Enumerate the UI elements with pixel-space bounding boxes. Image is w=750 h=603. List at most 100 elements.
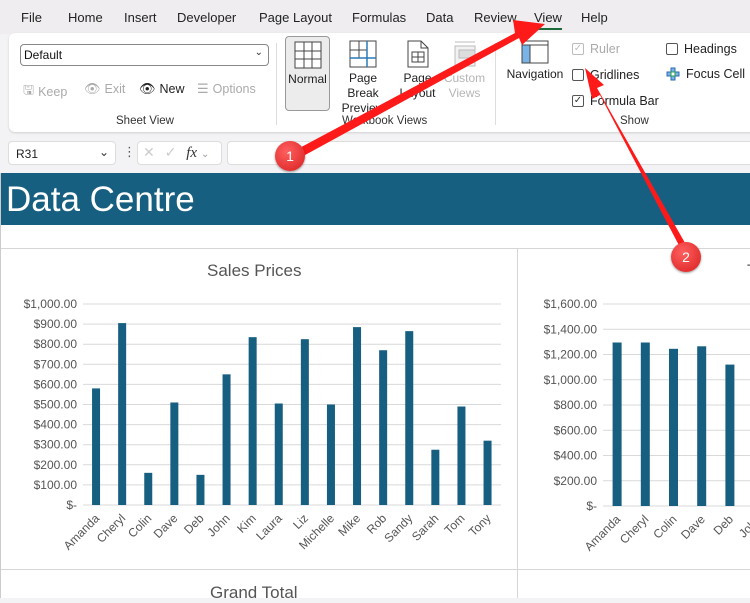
y-tick-label: $600.00 [554, 423, 598, 437]
bar-liz [300, 339, 309, 505]
x-tick-label: Colin [125, 511, 154, 540]
name-box[interactable]: R31 ⌄ [8, 141, 116, 165]
sheet-view-select[interactable]: Default ⌄ [20, 44, 269, 66]
page-layout-button[interactable]: Page Layout [395, 36, 440, 111]
keep-label: Keep [38, 85, 68, 99]
totals-chart[interactable]: T $-$200.00$400.00$600.00$800.00$1,000.0… [518, 249, 750, 569]
focus-cell-icon [666, 67, 680, 81]
x-tick-label: John [204, 511, 232, 539]
eye-new-icon: 👁 [139, 81, 156, 96]
tab-file[interactable]: File [21, 10, 42, 25]
show-group-label: Show [620, 115, 649, 127]
x-tick-label: Colin [650, 512, 679, 541]
bar-michelle [326, 404, 335, 505]
tab-home[interactable]: Home [68, 10, 103, 25]
list-icon: ☰ [197, 81, 209, 96]
navigation-pane-icon [521, 40, 549, 64]
new-button[interactable]: 👁 New [139, 81, 185, 97]
formula-bar-checkbox[interactable]: ✓ Formula Bar [572, 94, 659, 108]
sales-prices-chart[interactable]: Sales Prices $- $100.00 $200.00 $300.00 $400… [1, 249, 517, 569]
x-tick-label: Laura [253, 511, 285, 543]
page-break-label-1: Page Break [347, 71, 379, 100]
focus-cell-button[interactable]: Focus Cell [666, 67, 745, 81]
gridlines-checkbox[interactable]: Gridlines [572, 68, 639, 82]
navigation-label: Navigation [506, 67, 564, 81]
y-tick-label: $600.00 [34, 377, 78, 391]
chevron-down-icon: ⌄ [200, 149, 210, 160]
bar-tom [457, 406, 466, 505]
save-icon: 🖫 [23, 82, 35, 97]
y-tick-label: $1,200.00 [544, 348, 598, 362]
checkbox-unchecked-icon [572, 69, 584, 81]
more-options-icon[interactable]: ⋮ [123, 144, 136, 160]
navigation-button[interactable]: Navigation [503, 36, 567, 111]
tab-page-layout[interactable]: Page Layout [259, 10, 332, 25]
tab-review[interactable]: Review [474, 10, 517, 25]
ruler-checkbox[interactable]: ✓ Ruler [572, 42, 620, 56]
normal-view-button[interactable]: Normal [285, 36, 330, 111]
tab-formulas[interactable]: Formulas [352, 10, 406, 25]
gridlines-label: Gridlines [590, 68, 640, 82]
y-tick-label: $- [586, 499, 597, 513]
bar-colin [669, 348, 678, 506]
grid-icon [294, 41, 321, 69]
chart-plot: $- $200.00 $400.00 $600.00 $800.00 $1,000.00 $… [544, 297, 750, 554]
x-tick-label: Sandy [381, 511, 415, 545]
custom-views-button[interactable]: Custom Views [442, 36, 487, 111]
y-tick-label: $800.00 [34, 337, 78, 351]
x-tick-label: Tony [466, 511, 494, 539]
formula-buttons: ✕ ✓ fx ⌄ [137, 141, 222, 165]
tab-developer[interactable]: Developer [177, 10, 236, 25]
headings-label: Headings [684, 42, 737, 56]
cancel-icon[interactable]: ✕ [143, 144, 155, 160]
x-tick-label: Dave [151, 511, 181, 541]
tab-view[interactable]: View [534, 10, 562, 30]
options-button[interactable]: ☰ Options [197, 81, 256, 97]
y-tick-label: $500.00 [34, 398, 78, 412]
x-tick-label: Dave [678, 512, 708, 542]
focus-cell-label: Focus Cell [686, 67, 746, 81]
bar-deb [725, 364, 735, 506]
page-break-label-2: Preview [341, 101, 385, 115]
y-tick-label: $800.00 [554, 398, 598, 412]
tab-help[interactable]: Help [581, 10, 608, 25]
x-tick-label: Mike [335, 511, 363, 539]
grand-total-chart-title: Grand Total [210, 583, 298, 602]
group-separator [495, 43, 496, 125]
checkbox-checked-icon: ✓ [572, 95, 584, 107]
chart-plot: $- $100.00 $200.00 $300.00 $400.00 $500.00 $60… [24, 297, 501, 553]
enter-icon[interactable]: ✓ [165, 144, 177, 160]
bar-rob [379, 350, 388, 505]
y-tick-label: $200.00 [34, 458, 78, 472]
page-layout-label-1: Page [403, 71, 432, 85]
x-tick-label: Tom [442, 511, 468, 537]
y-tick-label: $400.00 [554, 449, 598, 463]
bar-amanda [612, 342, 622, 506]
eye-exit-icon: 👁 [84, 81, 101, 96]
bar-amanda [92, 388, 101, 505]
tab-data[interactable]: Data [426, 10, 453, 25]
page-break-icon [349, 40, 377, 68]
sheet-view-group-label: Sheet View [116, 115, 174, 127]
x-tick-label: Deb [181, 511, 207, 537]
x-tick-label: Liz [290, 511, 311, 532]
formula-bar: R31 ⌄ ⋮ ✕ ✓ fx ⌄ [0, 140, 750, 168]
annotation-marker-2: 2 [671, 242, 701, 272]
y-tick-label: $100.00 [34, 478, 78, 492]
banner-title: Data Centre [1, 173, 750, 225]
ribbon: Default ⌄ 🖫 Keep 👁 Exit 👁 New ☰ Options … [9, 33, 750, 132]
bar-dave [170, 402, 179, 505]
insert-function-button[interactable]: fx [186, 145, 197, 161]
cell-border [1, 569, 750, 570]
worksheet[interactable]: Data Centre Sales Prices $- $100.00 $200.0… [0, 173, 750, 602]
formula-input[interactable] [227, 141, 750, 165]
tab-insert[interactable]: Insert [124, 10, 157, 25]
page-break-preview-button[interactable]: Page Break Preview [335, 36, 391, 115]
exit-button[interactable]: 👁 Exit [84, 81, 125, 97]
bar-sarah [431, 449, 440, 505]
keep-button[interactable]: 🖫 Keep [23, 81, 67, 103]
custom-views-icon [454, 41, 475, 67]
bar-kim [248, 337, 257, 505]
headings-checkbox[interactable]: Headings [666, 42, 737, 56]
chevron-down-icon: ⌄ [98, 145, 109, 159]
